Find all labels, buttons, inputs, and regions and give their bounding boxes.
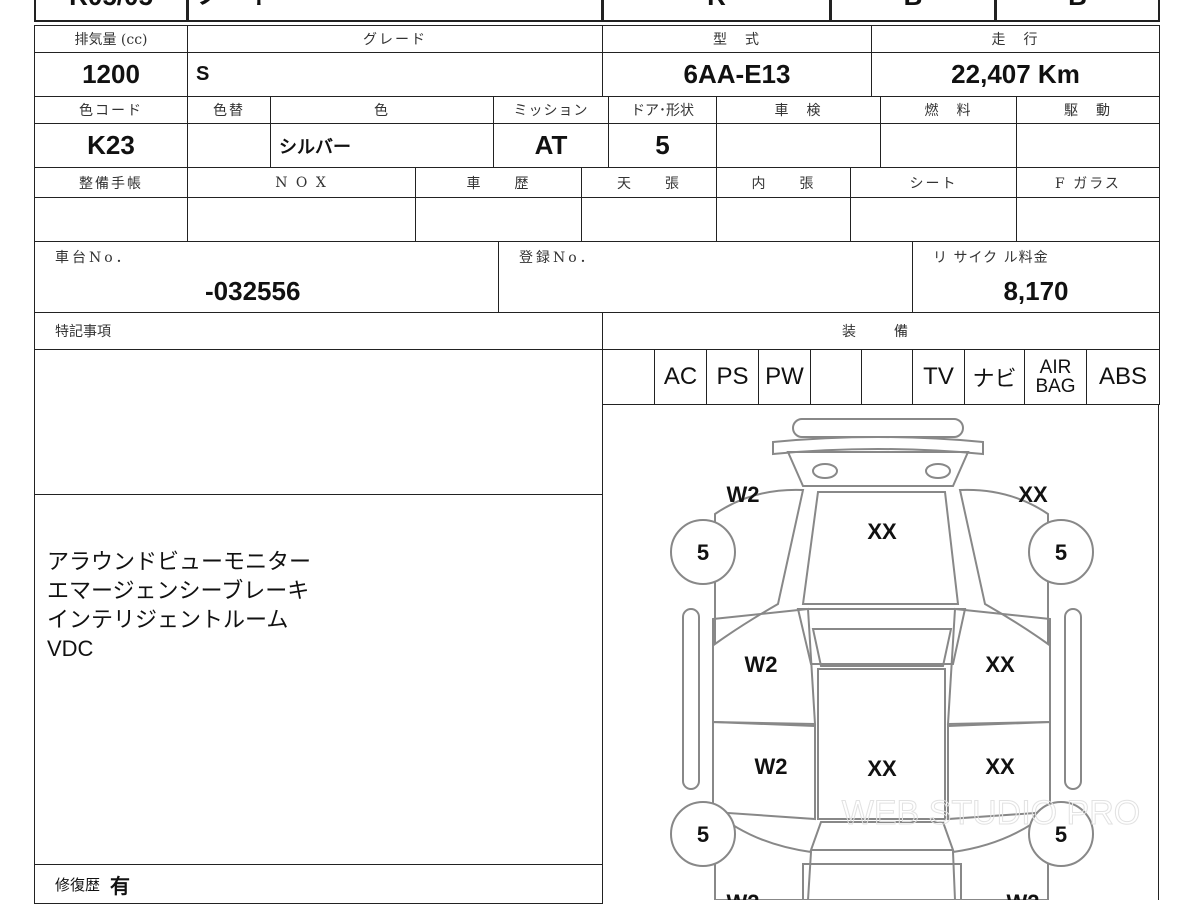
grade-label: グレード — [187, 25, 603, 53]
color-code-value: K23 — [34, 123, 188, 168]
ceiling-value — [581, 197, 717, 242]
equip-navi: ナビ — [964, 349, 1025, 405]
drive-label: 駆 動 — [1016, 96, 1160, 124]
exterior-grade: B — [830, 0, 996, 22]
mark-rear-right: W2 — [1007, 890, 1040, 900]
equip-empty-2 — [810, 349, 862, 405]
inspection-label: 車 検 — [716, 96, 881, 124]
recycle-fee-value: 8,170 — [912, 270, 1160, 313]
interior-label: 内 張 — [716, 167, 851, 198]
recycle-fee-label: リ サイク ル料金 — [912, 241, 1160, 271]
mark-door-rear-left: W2 — [755, 754, 788, 779]
history-value — [415, 197, 582, 242]
chassis-no-label: 車台No． — [34, 241, 499, 271]
repair-history-box: 修復歴 有 — [34, 864, 603, 904]
mark-rear-left: W2 — [727, 890, 760, 900]
notes-box: アラウンドビューモニター エマージェンシーブレーキ インテリジェントルーム VD… — [34, 494, 603, 865]
note-line: アラウンドビューモニター — [47, 549, 312, 574]
equip-airbag-line1: AIR — [1039, 357, 1072, 378]
model-code-label: 型 式 — [602, 25, 872, 53]
mileage-label: 走 行 — [871, 25, 1160, 53]
f-glass-value — [1016, 197, 1160, 242]
inspection-value — [716, 123, 881, 168]
tire-front-left-value: 5 — [697, 540, 709, 565]
maintenance-value — [34, 197, 188, 242]
seat-label: シート — [850, 167, 1017, 198]
fuel-label: 燃 料 — [880, 96, 1017, 124]
equip-tv: TV — [912, 349, 965, 405]
ceiling-label: 天 張 — [581, 167, 717, 198]
color-code-label: 色コード — [34, 96, 188, 124]
transmission-label: ミッション — [493, 96, 609, 124]
displacement-label: 排気量 (cc) — [34, 25, 188, 53]
chassis-no-value: -032556 — [34, 270, 499, 313]
watermark-text: WEB STUDIO PRO — [842, 794, 1140, 832]
car-diagram-svg: 5 5 5 5 W2 XX XX W2 XX W2 XX XX W2 W2 WE… — [670, 418, 1141, 905]
mark-roof: XX — [867, 756, 897, 781]
nox-label: N O X — [187, 167, 416, 198]
equip-airbag: AIR BAG — [1024, 349, 1087, 405]
mark-front-right: XX — [1018, 482, 1048, 507]
color-change-label: 色替 — [187, 96, 271, 124]
registration-no-label: 登録No． — [498, 241, 913, 271]
displacement-value: 1200 — [34, 52, 188, 97]
mark-door-rear-right: XX — [985, 754, 1015, 779]
equip-pw: PW — [758, 349, 811, 405]
interior-value — [716, 197, 851, 242]
equip-ps: PS — [706, 349, 759, 405]
tire-rear-left-value: 5 — [697, 822, 709, 847]
car-condition-diagram: 5 5 5 5 W2 XX XX W2 XX W2 XX XX W2 W2 WE… — [602, 404, 1159, 905]
door-shape-label: ドア･形状 — [608, 96, 717, 124]
equip-empty-1 — [602, 349, 655, 405]
color-value: シルバー — [270, 123, 494, 168]
nox-value — [187, 197, 416, 242]
equip-abs: ABS — [1086, 349, 1160, 405]
special-notes-label: 特記事項 — [34, 312, 603, 350]
transmission-value: AT — [493, 123, 609, 168]
equipment-label: 装 備 — [602, 312, 1160, 350]
drive-value — [1016, 123, 1160, 168]
mileage-value: 22,407 Km — [871, 52, 1160, 97]
repair-history-label: 修復歴 — [55, 875, 101, 894]
car-name: ノート — [187, 0, 603, 22]
model-code-value: 6AA-E13 — [602, 52, 872, 97]
equip-ac: AC — [654, 349, 707, 405]
registration-no-value — [498, 270, 913, 313]
fuel-value — [880, 123, 1017, 168]
overall-score: R — [602, 0, 831, 22]
special-notes-box — [34, 349, 603, 495]
auction-sheet: R05/05 ノート R B B 排気量 (cc) グレード 型 式 走 行 1… — [0, 0, 1200, 905]
mark-door-front-right: XX — [985, 652, 1015, 677]
interior-grade: B — [995, 0, 1160, 22]
tire-front-right-value: 5 — [1055, 540, 1067, 565]
note-line: インテリジェントルーム — [47, 607, 289, 632]
color-label: 色 — [270, 96, 494, 124]
maintenance-label: 整備手帳 — [34, 167, 188, 198]
seat-value — [850, 197, 1017, 242]
note-line: エマージェンシーブレーキ — [47, 578, 310, 603]
grade-value: S — [187, 52, 603, 97]
mark-hood: XX — [867, 519, 897, 544]
lot-code: R05/05 — [34, 0, 188, 22]
door-shape-value: 5 — [608, 123, 717, 168]
history-label: 車 歴 — [415, 167, 582, 198]
equip-airbag-line2: BAG — [1035, 376, 1076, 397]
mark-door-front-left: W2 — [745, 652, 778, 677]
mark-front-left: W2 — [727, 482, 760, 507]
f-glass-label: F ガラス — [1016, 167, 1160, 198]
equip-empty-3 — [861, 349, 913, 405]
repair-history-value: 有 — [110, 875, 131, 898]
note-line: VDC — [47, 636, 94, 661]
color-change-value — [187, 123, 271, 168]
